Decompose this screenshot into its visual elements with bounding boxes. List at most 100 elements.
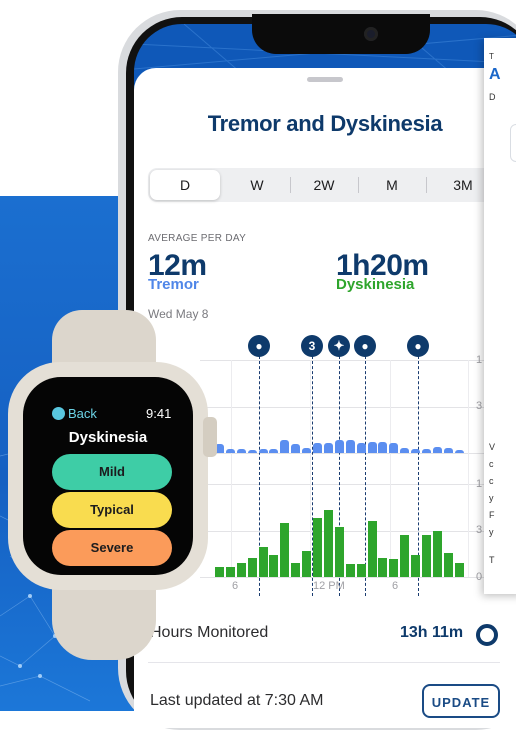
dyskinesia-bar — [378, 557, 388, 577]
chart-gridline — [200, 484, 484, 485]
pill-icon[interactable]: ● — [354, 335, 376, 357]
tremor-bar — [367, 442, 377, 453]
segment-month[interactable]: M — [359, 168, 425, 202]
side-card-text: F — [489, 510, 495, 520]
side-card-text: c — [489, 476, 494, 486]
tremor-bar — [302, 447, 312, 453]
dyskinesia-bar — [269, 554, 279, 577]
chart-date: Wed May 8 — [148, 307, 209, 321]
dyskinesia-bar — [422, 535, 431, 577]
chart-gridline — [200, 453, 484, 454]
dyskinesia-bar — [214, 567, 224, 577]
update-button[interactable]: UPDATE — [422, 684, 500, 718]
pill-icon[interactable]: ● — [248, 335, 270, 357]
tremor-bar — [258, 448, 268, 453]
tremor-bar — [422, 449, 431, 453]
side-card-text: T — [489, 52, 494, 61]
y-axis-tick-label: 3 — [476, 524, 483, 536]
tremor-bar — [443, 447, 453, 453]
dyskinesia-bar — [454, 562, 464, 577]
watch-time: 9:41 — [146, 406, 172, 421]
event-count-marker[interactable]: 3 — [301, 335, 323, 357]
segment-two-weeks[interactable]: 2W — [291, 168, 357, 202]
dyskinesia-bar — [400, 535, 410, 577]
dyskinesia-bar — [291, 562, 301, 577]
side-card-text: c — [489, 459, 494, 469]
dyskinesia-bar — [334, 527, 344, 577]
dyskinesia-label: Dyskinesia — [336, 276, 415, 293]
page-title: Tremor and Dyskinesia — [207, 111, 443, 136]
side-card-text: D — [489, 92, 496, 102]
watch-band-top — [52, 310, 156, 370]
side-card-text: T — [489, 555, 495, 565]
dyskinesia-bar — [247, 557, 257, 577]
y-axis-tick-label: 1 — [476, 354, 483, 366]
segment-day[interactable]: D — [150, 170, 220, 200]
tremor-bar — [313, 443, 322, 453]
phone-notch — [252, 14, 430, 54]
chart-gridline — [200, 577, 484, 578]
tremor-bar — [389, 443, 399, 453]
dyskinesia-bar — [225, 567, 235, 577]
dyskinesia-bar — [280, 522, 290, 577]
dyskinesia-bar — [236, 562, 246, 577]
tremor-bar — [236, 448, 246, 453]
watch-back-button[interactable]: Back — [68, 406, 97, 421]
y-axis-tick-label: 1 — [476, 478, 483, 490]
camera-icon — [364, 27, 378, 41]
tremor-bar — [432, 446, 442, 453]
side-card-text: y — [489, 527, 494, 537]
chart-vertical-gridline — [390, 360, 391, 577]
tremor-label: Tremor — [148, 276, 199, 293]
dyskinesia-bar — [443, 553, 453, 577]
row-divider — [148, 662, 500, 663]
medication-marker-line — [365, 356, 366, 596]
pill-icon[interactable]: ● — [407, 335, 429, 357]
y-axis-tick-label: 0 — [476, 571, 483, 583]
watch-band-bottom — [52, 580, 156, 660]
chart-gridline — [200, 360, 484, 361]
dyskinesia-bar — [367, 521, 377, 577]
hours-monitored-value: 13h 11m — [400, 624, 464, 641]
chevron-left-icon[interactable] — [52, 407, 65, 420]
side-card-text: y — [489, 493, 494, 503]
chart-vertical-gridline — [310, 360, 311, 577]
exercise-icon[interactable]: ✦ — [328, 335, 350, 357]
chart-gridline — [200, 407, 484, 408]
dyskinesia-bar — [313, 517, 322, 577]
typical-button[interactable]: Typical — [52, 492, 172, 528]
tremor-bar — [280, 439, 290, 453]
hours-monitored-label: Hours Monitored — [150, 624, 269, 641]
sheet-grab-handle[interactable] — [307, 77, 343, 82]
dyskinesia-bar — [356, 564, 366, 577]
tremor-bar — [334, 440, 344, 453]
dyskinesia-bar — [258, 546, 268, 577]
chart-vertical-gridline — [468, 360, 469, 577]
y-axis-tick-label: 3 — [476, 400, 483, 412]
dyskinesia-bar — [432, 530, 442, 577]
tremor-bar — [356, 443, 366, 453]
x-axis-tick-label: 6 — [392, 580, 399, 592]
tremor-bar — [247, 450, 257, 453]
dyskinesia-bar — [302, 551, 312, 577]
tremor-bar — [291, 444, 301, 453]
x-axis-tick-label: 12 PM — [313, 580, 345, 592]
tremor-bar — [454, 450, 464, 453]
tremor-bar — [323, 443, 333, 453]
progress-ring-icon — [476, 624, 498, 646]
mild-button[interactable]: Mild — [52, 454, 172, 490]
chart-vertical-gridline — [231, 360, 232, 577]
last-updated-label: Last updated at 7:30 AM — [150, 692, 324, 709]
tremor-bar — [411, 448, 421, 453]
side-card-box — [510, 124, 516, 162]
side-card-text: V — [489, 442, 496, 452]
dyskinesia-bar — [323, 509, 333, 577]
dyskinesia-bar — [389, 559, 399, 577]
time-range-segmented-control: D W 2W M 3M — [148, 168, 516, 202]
average-caption: AVERAGE PER DAY — [148, 233, 247, 244]
side-card-text: A — [489, 66, 501, 83]
watch-digital-crown[interactable] — [203, 417, 217, 457]
tremor-bar — [400, 447, 410, 453]
segment-week[interactable]: W — [224, 168, 290, 202]
severe-button[interactable]: Severe — [52, 530, 172, 566]
